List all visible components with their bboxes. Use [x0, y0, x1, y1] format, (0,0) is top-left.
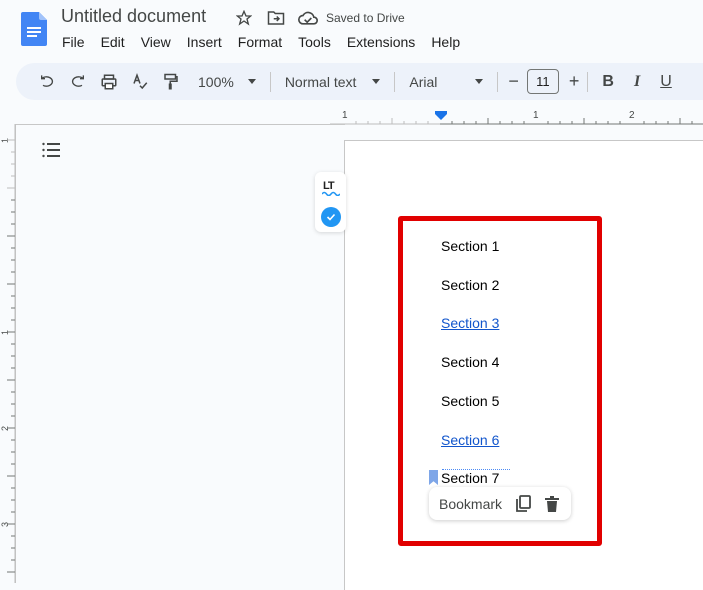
- print-button[interactable]: [95, 68, 123, 96]
- redo-icon: [71, 74, 84, 87]
- wave-icon: [322, 191, 340, 196]
- ruler-label: 1: [533, 110, 539, 121]
- toolbar: 100% Normal text Arial − 11 + B I U: [16, 63, 703, 100]
- chevron-down-icon: [475, 79, 484, 84]
- document-canvas: [15, 124, 345, 583]
- copy-icon: [515, 495, 531, 512]
- copy-link-button[interactable]: [513, 494, 533, 514]
- document-title[interactable]: Untitled document: [61, 6, 206, 27]
- trash-icon: [545, 495, 559, 512]
- paint-format-button[interactable]: [157, 68, 185, 96]
- style-select[interactable]: Normal text: [285, 74, 381, 90]
- menu-bar: File Edit View Insert Format Tools Exten…: [54, 33, 468, 51]
- redo-button[interactable]: [64, 68, 92, 96]
- divider: [269, 71, 271, 92]
- ruler-label: 1: [342, 110, 348, 121]
- divider: [497, 71, 499, 92]
- indent-marker[interactable]: [435, 111, 447, 120]
- decrease-font-size-button[interactable]: −: [508, 71, 519, 92]
- check-icon[interactable]: [321, 207, 341, 227]
- style-value: Normal text: [284, 73, 357, 90]
- menu-insert[interactable]: Insert: [179, 33, 230, 51]
- font-select[interactable]: Arial: [409, 73, 484, 90]
- bookmark-popup: Bookmark: [429, 487, 571, 520]
- undo-button[interactable]: [33, 68, 61, 96]
- cloud-saved-icon[interactable]: [298, 8, 318, 28]
- horizontal-ruler[interactable]: 1 1 2: [330, 105, 703, 125]
- languagetool-widget[interactable]: LT: [315, 172, 346, 232]
- chevron-down-icon: [372, 79, 381, 84]
- spellcheck-button[interactable]: [126, 68, 154, 96]
- spellcheck-icon: [133, 72, 148, 89]
- menu-format[interactable]: Format: [230, 33, 290, 51]
- menu-extensions[interactable]: Extensions: [339, 33, 423, 51]
- delete-bookmark-button[interactable]: [542, 494, 562, 514]
- section-text: Section 5: [441, 393, 500, 409]
- docs-logo-icon[interactable]: [21, 12, 47, 46]
- divider: [394, 71, 396, 92]
- zoom-select[interactable]: 100%: [198, 74, 256, 90]
- section-link[interactable]: Section 3: [441, 315, 499, 331]
- bold-button[interactable]: B: [602, 73, 614, 91]
- bookmark-label[interactable]: Bookmark: [439, 496, 502, 512]
- save-status: Saved to Drive: [326, 11, 405, 25]
- undo-icon: [41, 74, 54, 87]
- menu-edit[interactable]: Edit: [93, 33, 133, 51]
- divider: [587, 71, 589, 92]
- section-text: Section 1: [441, 238, 500, 254]
- vertical-ruler[interactable]: 1 1 2 3: [0, 120, 16, 583]
- ruler-label: 2: [629, 110, 635, 121]
- section-text: Section 7: [441, 470, 500, 486]
- menu-help[interactable]: Help: [423, 33, 468, 51]
- menu-file[interactable]: File: [54, 33, 93, 51]
- star-icon[interactable]: [234, 8, 254, 28]
- title-bar: Untitled document Saved to Drive File Ed…: [0, 0, 703, 60]
- section-text: Section 4: [441, 354, 500, 370]
- menu-view[interactable]: View: [133, 33, 179, 51]
- font-size-input[interactable]: 11: [526, 69, 559, 94]
- font-value: Arial: [409, 73, 438, 90]
- document-outline-icon[interactable]: [42, 142, 60, 158]
- chevron-down-icon: [247, 79, 256, 84]
- print-icon: [101, 74, 117, 89]
- section-link[interactable]: Section 6: [441, 432, 499, 448]
- underline-button[interactable]: U: [660, 73, 672, 91]
- menu-tools[interactable]: Tools: [290, 33, 339, 51]
- paint-format-icon: [164, 73, 178, 89]
- italic-button[interactable]: I: [634, 73, 640, 91]
- zoom-value: 100%: [198, 73, 234, 90]
- move-folder-icon[interactable]: [266, 8, 286, 28]
- section-text: Section 2: [441, 277, 500, 293]
- increase-font-size-button[interactable]: +: [569, 71, 580, 92]
